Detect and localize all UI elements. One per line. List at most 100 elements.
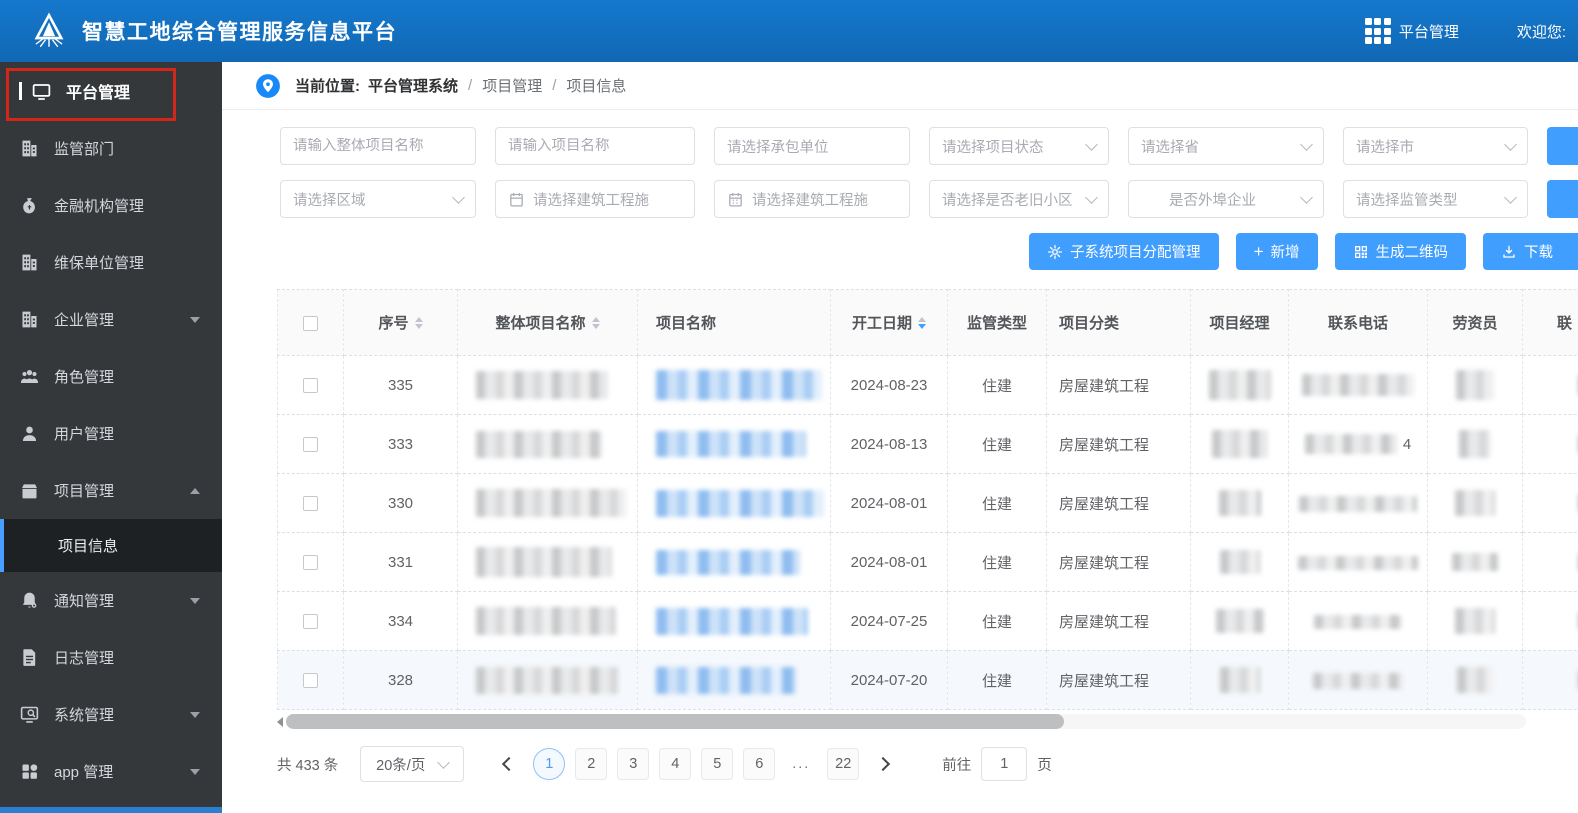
redacted-project-name-link[interactable]: [656, 666, 796, 694]
supervision-type-select[interactable]: 请选择监管类型: [1343, 180, 1528, 218]
sidebar-item-enterprise[interactable]: 企业管理: [0, 291, 222, 348]
page-button-22[interactable]: 22: [827, 748, 860, 780]
page-ellipsis[interactable]: ...: [785, 748, 817, 780]
sidebar-item-label: 监管部门: [54, 141, 115, 158]
sort-icon[interactable]: [414, 316, 423, 329]
sidebar-item-users[interactable]: 用户管理: [0, 405, 222, 462]
subsystem-assign-button[interactable]: 子系统项目分配管理: [1029, 233, 1219, 270]
sidebar-item-maintenance-unit[interactable]: 维保单位管理: [0, 234, 222, 291]
redacted-phone: [1304, 434, 1397, 454]
project-status-select[interactable]: 请选择项目状态: [929, 127, 1109, 165]
page-button-3[interactable]: 3: [617, 748, 650, 780]
row-checkbox[interactable]: [303, 437, 318, 453]
table-row[interactable]: 333 2024-08-13 住建 房屋建筑工程 4: [277, 414, 1578, 474]
scrollbar-thumb[interactable]: [286, 714, 1064, 729]
generate-qrcode-button[interactable]: 生成二维码: [1334, 233, 1466, 270]
project-name-field[interactable]: [508, 138, 682, 154]
app-title: 智慧工地综合管理服务信息平台: [82, 21, 397, 44]
row-checkbox[interactable]: [303, 496, 318, 512]
goto-unit-label: 页: [1037, 757, 1052, 774]
col-project-name: 项目名称: [637, 289, 831, 356]
overall-project-name-field[interactable]: [293, 138, 463, 154]
col-labor-officer: 劳资员: [1427, 289, 1523, 356]
col-overall-name[interactable]: 整体项目名称: [495, 312, 585, 333]
cell-seq: 334: [343, 591, 458, 651]
prev-page-icon[interactable]: [502, 756, 517, 772]
scroll-left-arrow-icon[interactable]: [277, 716, 283, 727]
breadcrumb-root[interactable]: 平台管理系统: [368, 75, 458, 96]
city-select[interactable]: 请选择市: [1343, 127, 1528, 165]
sidebar-item-roles[interactable]: 角色管理: [0, 348, 222, 405]
contractor-select[interactable]: 请选择承包单位: [714, 127, 910, 165]
cell-start-date: 2024-08-13: [830, 414, 948, 474]
sidebar-item-projects[interactable]: 项目管理: [0, 462, 222, 519]
sidebar-item-financial-org[interactable]: 金融机构管理: [0, 177, 222, 234]
table-row[interactable]: 330 2024-08-01 住建 房屋建筑工程: [277, 473, 1578, 533]
next-page-icon[interactable]: [876, 756, 891, 772]
sort-icon-active[interactable]: [918, 316, 926, 329]
overall-project-name-input[interactable]: [280, 127, 476, 165]
search-button[interactable]: [1547, 127, 1578, 165]
province-select[interactable]: 请选择省: [1128, 127, 1324, 165]
redacted-labor: [1457, 667, 1493, 693]
redacted-labor: [1455, 608, 1495, 634]
row-checkbox[interactable]: [303, 555, 318, 571]
district-select[interactable]: 请选择区域: [280, 180, 476, 218]
redacted-labor: [1456, 370, 1494, 400]
redacted-project-name-link[interactable]: [656, 431, 806, 457]
sort-icon[interactable]: [591, 316, 600, 329]
redacted-project-name-link[interactable]: [656, 370, 822, 400]
location-pin-icon: [256, 73, 280, 98]
page-button-2[interactable]: 2: [575, 748, 608, 780]
old-community-placeholder: 请选择是否老旧小区: [942, 192, 1073, 209]
redacted-project-name-link[interactable]: [656, 489, 824, 517]
sidebar-item-app[interactable]: app 管理: [0, 743, 222, 800]
page-button-5[interactable]: 5: [701, 748, 734, 780]
table-row[interactable]: 335 2024-08-23 住建 房屋建筑工程: [277, 355, 1578, 415]
page-button-4[interactable]: 4: [659, 748, 692, 780]
old-community-select[interactable]: 请选择是否老旧小区: [929, 180, 1109, 218]
page-button-6[interactable]: 6: [743, 748, 776, 780]
table-row[interactable]: 334 2024-07-25 住建 房屋建筑工程: [277, 591, 1578, 651]
redacted-overall-name: [476, 489, 626, 517]
breadcrumb-separator: /: [552, 77, 557, 94]
redacted-phone: [1298, 555, 1418, 570]
col-start-date[interactable]: 开工日期: [852, 312, 912, 333]
cell-supervision: 住建: [947, 650, 1047, 710]
sidebar-item-system[interactable]: 系统管理: [0, 686, 222, 743]
header-platform-nav[interactable]: 平台管理: [1364, 18, 1459, 44]
redacted-project-name-link[interactable]: [656, 549, 800, 575]
download-button[interactable]: 下载: [1483, 233, 1578, 270]
select-all-checkbox[interactable]: [303, 315, 318, 331]
row-checkbox[interactable]: [303, 378, 318, 394]
cell-seq: 333: [343, 414, 458, 474]
start-date-picker[interactable]: 请选择建筑工程施: [495, 180, 695, 218]
sidebar-item-notifications[interactable]: 通知管理: [0, 572, 222, 629]
start-date-placeholder: 请选择建筑工程施: [533, 192, 649, 209]
redacted-manager: [1218, 490, 1261, 516]
page-button-1[interactable]: 1: [533, 748, 566, 780]
cell-seq: 331: [343, 532, 458, 592]
goto-page-input[interactable]: [981, 747, 1028, 781]
reset-button[interactable]: [1547, 180, 1578, 218]
sidebar-subitem-project-info[interactable]: 项目信息: [0, 519, 222, 572]
end-date-placeholder: 请选择建筑工程施: [752, 192, 868, 209]
project-name-input[interactable]: [495, 127, 695, 165]
redacted-manager: [1208, 370, 1271, 400]
sidebar-item-logs[interactable]: 日志管理: [0, 629, 222, 686]
sidebar-item-supervision-dept[interactable]: 监管部门: [0, 120, 222, 177]
plus-icon: +: [1253, 241, 1264, 261]
page-size-select[interactable]: 20条/页: [360, 746, 465, 782]
row-checkbox[interactable]: [303, 673, 318, 689]
add-button[interactable]: + 新增: [1235, 233, 1318, 270]
redacted-project-name-link[interactable]: [656, 607, 808, 635]
table-row[interactable]: 331 2024-08-01 住建 房屋建筑工程: [277, 532, 1578, 592]
row-checkbox[interactable]: [303, 614, 318, 630]
breadcrumb-section[interactable]: 项目管理: [482, 75, 542, 96]
end-date-picker[interactable]: 请选择建筑工程施: [714, 180, 910, 218]
external-enterprise-select[interactable]: 是否外埠企业: [1128, 180, 1324, 218]
table-row[interactable]: 328 2024-07-20 住建 房屋建筑工程: [277, 650, 1578, 710]
scrollbar-track[interactable]: [286, 714, 1526, 729]
sidebar-item-platform[interactable]: 平台管理: [0, 62, 222, 120]
col-seq[interactable]: 序号: [378, 312, 408, 333]
